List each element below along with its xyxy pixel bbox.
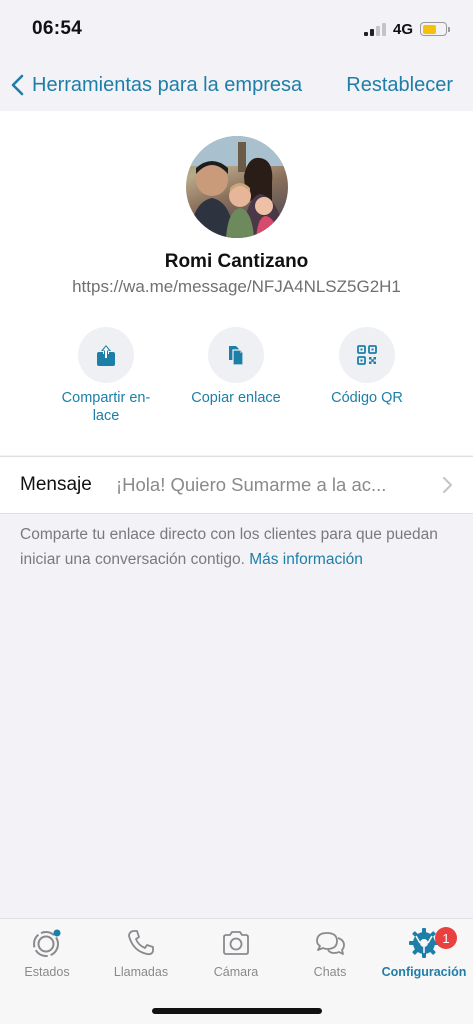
reset-button[interactable]: Restablecer [346,74,453,97]
status-time: 06:54 [32,18,83,39]
back-label: Herramientas para la empresa [32,73,303,96]
share-button-circle [78,327,134,383]
share-icon [97,345,115,366]
tab-llamadas[interactable]: Llamadas [94,927,188,979]
tab-configuracion-label: Configuración [381,965,467,979]
status-icon [33,929,61,957]
copy-button-circle [208,327,264,383]
action-row: Compartir en- lace Copiar enlace Código … [0,327,473,427]
more-info-link[interactable]: Más información [249,551,363,568]
status-bar: 06:54 4G [0,0,473,58]
message-row[interactable]: Mensaje ¡Hola! Quiero Sumarme a la ac... [0,456,473,514]
camera-icon [223,931,249,955]
copy-icon [229,346,244,366]
battery-icon [420,22,450,36]
info-text: Comparte tu enlace directo con los clien… [20,522,455,572]
status-icons: 4G [363,20,450,38]
chevron-right-icon [443,477,452,493]
tab-chats[interactable]: Chats [283,927,377,979]
avatar-photo [186,136,288,238]
settings-icon [409,928,439,958]
tab-estados[interactable]: Estados [0,927,94,979]
notification-badge: 1 [435,927,457,949]
qr-button-circle [339,327,395,383]
qr-code-icon [357,345,377,365]
tab-estados-label: Estados [24,965,70,979]
copy-link-button[interactable]: Copiar enlace [171,327,301,407]
tab-camara[interactable]: Cámara [189,927,283,979]
tab-llamadas-label: Llamadas [113,965,169,979]
share-link-label: Compartir en- lace [61,390,151,424]
avatar [186,136,288,238]
nav-bar: Herramientas para la empresa Restablecer [0,60,473,110]
message-label: Mensaje [20,474,92,495]
tab-configuracion[interactable]: 1 Configuración [377,927,471,979]
network-type: 4G [392,20,413,38]
tab-camara-label: Cámara [213,965,259,979]
phone-icon [128,930,154,956]
info-description: Comparte tu enlace directo con los clien… [20,526,438,568]
profile-card: Romi Cantizano https://wa.me/message/NFJ… [0,111,473,455]
message-value: ¡Hola! Quiero Sumarme a la ac... [116,474,387,495]
profile-name: Romi Cantizano [164,251,309,272]
signal-icon [363,22,386,36]
back-button[interactable]: Herramientas para la empresa [10,74,302,97]
home-indicator [152,1008,322,1014]
chevron-left-icon [11,74,24,96]
qr-code-button[interactable]: Código QR [302,327,432,407]
profile-link[interactable]: https://wa.me/message/NFJA4NLSZ5G2H1 [0,277,473,297]
qr-code-label: Código QR [331,390,403,406]
chats-icon [316,932,345,955]
tab-chats-label: Chats [313,965,347,979]
copy-link-label: Copiar enlace [191,390,281,406]
share-link-button[interactable]: Compartir en- lace [41,327,171,425]
